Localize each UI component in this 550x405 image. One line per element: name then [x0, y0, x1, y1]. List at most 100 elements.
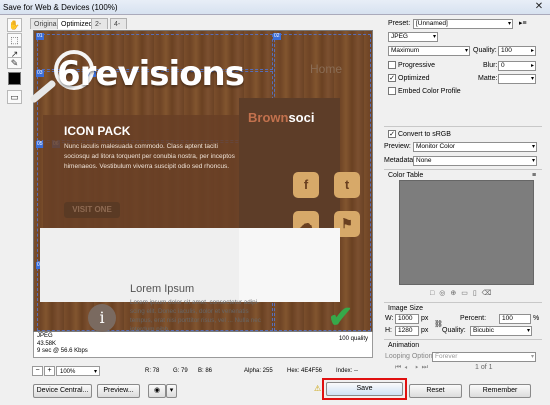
twitter-icon: t — [334, 172, 360, 198]
chevron-down-icon: ▾ — [531, 144, 535, 150]
chevron-down-icon: ▾ — [530, 76, 534, 82]
matte-select[interactable]: ▾ — [498, 74, 536, 84]
embed-color-profile-checkbox[interactable]: Embed Color Profile — [388, 87, 461, 95]
looping-label: Looping Options: — [385, 353, 438, 360]
width-label: W: — [385, 315, 394, 322]
optimized-label: Optimized — [398, 74, 430, 82]
quality-input[interactable]: 100 ▸ — [498, 46, 536, 56]
matte-label: Matte: — [478, 75, 498, 82]
hand-tool-icon[interactable]: ✋ — [7, 18, 22, 32]
status-b: B: 86 — [198, 368, 213, 374]
tool-strip: ✋ ⬚ ↗ ✎ ▭ — [7, 18, 25, 108]
checkbox-box — [388, 87, 396, 95]
brown-social-prefix: Brown — [248, 110, 289, 125]
animation-title: Animation — [388, 342, 420, 349]
visit-one-button: VISIT ONE — [64, 202, 120, 218]
zoom-level-select[interactable]: 100% ▾ — [56, 366, 100, 376]
chevron-down-icon: ▾ — [93, 369, 97, 375]
divider — [384, 302, 542, 303]
remember-button[interactable]: Remember — [469, 384, 531, 398]
width-unit: px — [421, 315, 429, 322]
color-table-tool-icons[interactable]: □◎⊕▭▯⌫ — [430, 289, 497, 297]
info-quality: 100 quality — [338, 336, 368, 342]
save-button[interactable]: Save — [326, 382, 403, 396]
chevron-down-icon[interactable]: ▾ — [166, 384, 177, 398]
device-central-button[interactable]: Device Central... — [33, 384, 92, 398]
chevron-down-icon: ▸ — [530, 48, 534, 54]
eyedropper-color-swatch[interactable] — [8, 72, 21, 85]
reset-button[interactable]: Reset — [409, 384, 462, 398]
slice-select-tool-icon[interactable]: ⬚ — [7, 33, 22, 47]
metadata-label: Metadata: — [384, 157, 416, 164]
width-input[interactable]: 1000 — [395, 314, 419, 324]
eyedropper-tool-icon[interactable]: ✎ — [7, 57, 22, 69]
color-table-grid[interactable] — [399, 180, 534, 285]
icon-pack-description: Nunc iaculis malesuada commodo. Class ap… — [64, 143, 235, 170]
quality-level-value: Maximum — [391, 47, 420, 54]
slice-tag[interactable]: 02 — [273, 33, 281, 40]
preview-button[interactable]: Preview... — [97, 384, 140, 398]
image-size-title: Image Size — [388, 305, 424, 312]
preview-value: Monitor Color — [416, 143, 456, 150]
status-bar: − + 100% ▾ R: 78 G: 79 B: 86 Alpha: 255 H… — [30, 366, 375, 378]
progressive-checkbox[interactable]: Progressive — [388, 61, 435, 69]
status-index: Index: -- — [336, 368, 359, 374]
height-input[interactable]: 1280 — [395, 326, 419, 336]
percent-input[interactable]: 100 — [499, 314, 531, 324]
info-format: JPEG — [37, 333, 53, 339]
lorem-body: Lorem ipsum dolor sit amet, consectetur … — [130, 299, 261, 333]
brown-social-suffix: soci — [288, 110, 315, 125]
chevron-down-icon: ▾ — [530, 354, 534, 360]
brown-social-heading: Brownsoci — [248, 110, 314, 125]
preset-select[interactable]: [Unnamed] ▾ — [413, 19, 513, 29]
convert-srgb-checkbox[interactable]: ✓ Convert to sRGB — [388, 130, 451, 138]
chevron-right-icon: ▸ — [530, 63, 534, 69]
chevron-down-icon: ▾ — [526, 328, 530, 334]
optimized-checkbox[interactable]: ✓ Optimized — [388, 74, 430, 82]
resample-quality-select[interactable]: Bicubic ▾ — [470, 326, 532, 336]
quality-value: 100 — [501, 47, 512, 54]
animation-nav-icons[interactable]: ⏮◂ ▸⏭ — [395, 364, 431, 372]
preset-label: Preset: — [388, 20, 411, 27]
zoom-in-button[interactable]: + — [44, 366, 55, 376]
zoom-out-button[interactable]: − — [32, 366, 43, 376]
quality-level-select[interactable]: Maximum ▾ — [388, 46, 470, 56]
checkbox-checked: ✓ — [388, 74, 396, 82]
warning-icon: ⚠ — [314, 384, 322, 393]
quality-label: Quality: — [473, 47, 497, 54]
progressive-label: Progressive — [398, 61, 435, 69]
percent-label: Percent: — [460, 315, 487, 322]
chevron-down-icon: ▾ — [507, 21, 511, 27]
embed-profile-label: Embed Color Profile — [398, 87, 461, 95]
blur-label: Blur: — [483, 62, 498, 69]
looping-select[interactable]: Forever ▾ — [432, 352, 536, 362]
slice-tag[interactable]: 03 — [36, 70, 44, 77]
info-icon: i — [88, 304, 116, 332]
info-download-time: 9 sec @ 56.6 Kbps — [37, 348, 88, 354]
tab-4-up[interactable]: 4-Up — [110, 18, 127, 39]
convert-srgb-label: Convert to sRGB — [398, 130, 451, 138]
metadata-value: None — [416, 157, 432, 164]
color-table-menu-icon[interactable]: ≡ — [532, 172, 536, 179]
save-for-web-dialog: Save for Web & Devices (100%) ✕ ✋ ⬚ ↗ ✎ … — [0, 0, 550, 405]
chevron-down-icon: ▾ — [432, 34, 436, 40]
info-file-size: 43.58K — [37, 340, 57, 347]
toggle-slices-icon[interactable]: ▭ — [7, 90, 22, 104]
tab-2-up[interactable]: 2-Up — [91, 18, 108, 39]
close-icon[interactable]: ✕ — [531, 1, 547, 13]
nav-home-text: Home — [310, 62, 343, 76]
browser-preview-icon[interactable]: ◉ — [148, 384, 166, 398]
preset-menu-icon[interactable]: ▸≡ — [519, 19, 527, 27]
checkbox-checked: ✓ — [388, 130, 396, 138]
metadata-select[interactable]: None ▾ — [413, 156, 537, 166]
slice-tag[interactable]: 01 — [36, 33, 44, 40]
zoom-value: 100% — [60, 369, 76, 375]
checkbox-box — [388, 61, 396, 69]
lorem-panel-right — [239, 228, 340, 302]
chevron-down-icon: ▾ — [531, 158, 535, 164]
preview-select[interactable]: Monitor Color ▾ — [413, 142, 537, 152]
resample-quality-value: Bicubic — [473, 327, 494, 334]
color-table-title: Color Table — [388, 172, 424, 179]
blur-input[interactable]: 0 ▸ — [498, 61, 536, 71]
format-select[interactable]: JPEG ▾ — [388, 32, 438, 42]
